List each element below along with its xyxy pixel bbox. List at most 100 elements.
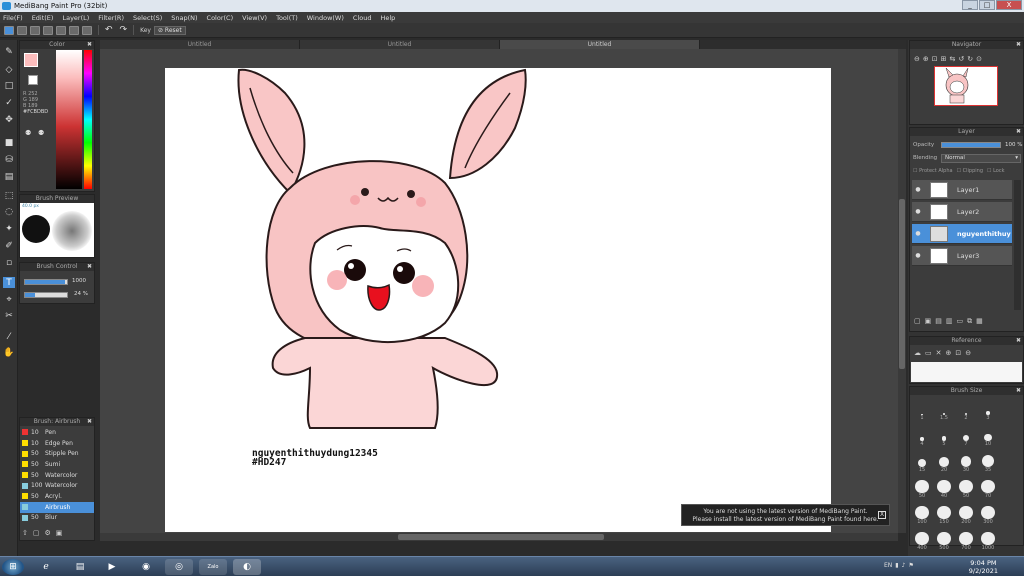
brush-size-option[interactable]: 35 (980, 449, 996, 473)
layer-opacity-slider[interactable] (941, 142, 1001, 148)
close-icon[interactable]: ✖ (87, 41, 92, 49)
language-indicator[interactable]: EN (884, 562, 892, 569)
new-halftone-layer-icon[interactable]: ▤ (935, 317, 942, 326)
select-eraser-tool-icon[interactable]: ▫ (3, 257, 15, 268)
brush-size-option[interactable]: 40 (936, 475, 952, 499)
brush-item[interactable]: 100 Watercolor (20, 480, 94, 491)
palette-icon[interactable]: ⚉ (38, 129, 44, 137)
duplicate-layer-icon[interactable]: ▣ (925, 317, 932, 326)
flip-icon[interactable]: ⇆ (950, 55, 956, 63)
volume-icon[interactable]: ♪ (902, 562, 906, 569)
file-explorer-icon[interactable]: ▤ (66, 559, 94, 575)
maximize-button[interactable]: □ (979, 0, 995, 10)
minimize-button[interactable]: _ (962, 0, 978, 10)
brush-settings-icon[interactable]: ⚙ (45, 529, 51, 537)
brush-size-option[interactable]: 700 (958, 527, 974, 551)
brush-size-option[interactable]: 2 (958, 397, 974, 421)
tab-untitled-1[interactable]: Untitled (100, 40, 300, 49)
flag-icon[interactable]: ⚑ (908, 562, 913, 569)
zoom-in-icon[interactable]: ⊕ (923, 55, 929, 63)
navigator-thumbnail[interactable] (934, 66, 998, 106)
bucket-tool-icon[interactable]: ⛁ (3, 154, 15, 165)
menu-filter[interactable]: Filter(R) (98, 14, 124, 22)
eye-icon[interactable]: ● (914, 208, 922, 215)
layer-row-nguyenthithuy[interactable]: ● nguyenthithuy (912, 224, 1012, 244)
color-mode-icon[interactable]: ⚉ (25, 129, 31, 137)
text-tool-icon[interactable]: T (3, 277, 15, 288)
clock[interactable]: 9:04 PM 9/2/2021 (969, 559, 998, 575)
app-icon[interactable]: ◐ (233, 559, 261, 575)
move-tool-icon[interactable]: ✥ (3, 114, 15, 125)
tab-untitled-2[interactable]: Untitled (300, 40, 500, 49)
eye-icon[interactable]: ● (914, 186, 922, 193)
new-layer-icon[interactable]: ▢ (914, 317, 921, 326)
close-icon[interactable]: ✖ (1016, 128, 1021, 136)
brush-item[interactable]: 50 Watercolor (20, 470, 94, 481)
brush-size-option[interactable]: 150 (936, 501, 952, 525)
select-tool-icon[interactable]: ✓ (3, 97, 15, 108)
folder-icon[interactable]: ▢ (33, 529, 40, 537)
network-icon[interactable]: ▮ (895, 562, 898, 569)
menu-view[interactable]: View(V) (242, 14, 267, 22)
brush-size-option[interactable]: 5 (936, 423, 952, 447)
menu-file[interactable]: File(F) (3, 14, 23, 22)
medibang-taskbar-icon[interactable]: ◉ (132, 559, 160, 575)
reference-fit-icon[interactable]: ⊡ (955, 349, 961, 357)
brush-size-option[interactable]: 300 (980, 501, 996, 525)
layer-row-layer3[interactable]: ● Layer3 (912, 246, 1012, 266)
lasso-tool-icon[interactable]: ◌ (3, 206, 15, 217)
tab-untitled-3[interactable]: Untitled (500, 40, 700, 49)
ie-icon[interactable]: ℯ (32, 559, 60, 575)
layer-folder-icon[interactable]: ▭ (957, 317, 964, 326)
reference-zoom-in-icon[interactable]: ⊕ (946, 349, 952, 357)
brush-size-option[interactable]: 3 (980, 397, 996, 421)
brush-item[interactable]: 50 Blur (20, 513, 94, 524)
fill-rect-tool-icon[interactable]: ■ (3, 137, 15, 148)
brush-size-option[interactable]: 100 (914, 501, 930, 525)
rotate-right-icon[interactable]: ↻ (967, 55, 973, 63)
rotate-left-icon[interactable]: ↺ (958, 55, 964, 63)
eye-icon[interactable]: ● (914, 230, 922, 237)
undo-icon[interactable]: ↶ (105, 25, 113, 35)
grid-icon[interactable] (56, 25, 66, 35)
brush-size-option[interactable]: 200 (958, 501, 974, 525)
cloud-icon[interactable] (4, 25, 14, 35)
layer-scrollbar[interactable] (1014, 180, 1021, 310)
brush-size-option[interactable]: 50 (958, 475, 974, 499)
close-icon[interactable]: ✖ (1016, 387, 1021, 395)
update-notice[interactable]: You are not using the latest version of … (681, 504, 890, 526)
divide-tool-icon[interactable]: ✂ (3, 310, 15, 321)
brush-item-selected[interactable]: Airbrush (20, 501, 94, 513)
brush-size-option[interactable]: 20 (936, 449, 952, 473)
operation-tool-icon[interactable]: ⌖ (3, 294, 15, 305)
menu-help[interactable]: Help (380, 14, 395, 22)
panel-icon[interactable] (69, 25, 79, 35)
brush-item[interactable]: 50 Stipple Pen (20, 448, 94, 459)
menu-edit[interactable]: Edit(E) (32, 14, 54, 22)
brush-size-option[interactable]: 30 (958, 449, 974, 473)
close-icon[interactable]: ✖ (1016, 337, 1021, 345)
brush-size-option[interactable]: 10 (980, 423, 996, 447)
brush-opacity-slider[interactable] (24, 292, 68, 298)
protect-alpha-checkbox[interactable]: ☐ Protect Alpha (913, 168, 953, 174)
layer-menu-icon[interactable]: ▥ (946, 317, 953, 326)
speech-bubble-icon[interactable] (30, 25, 40, 35)
media-player-icon[interactable]: ▶ (98, 559, 126, 575)
redo-icon[interactable]: ↷ (120, 25, 128, 35)
add-brush-icon[interactable]: ⇧ (22, 529, 28, 537)
menu-select[interactable]: Select(S) (133, 14, 162, 22)
lock-checkbox[interactable]: ☐ Lock (987, 168, 1004, 174)
brush-size-option[interactable]: 4 (914, 423, 930, 447)
blending-select[interactable]: Normal ▾ (941, 154, 1021, 163)
brush-item[interactable]: 50 Sumi (20, 459, 94, 470)
merge-layer-icon[interactable]: ⧉ (967, 317, 972, 326)
frame-icon[interactable] (43, 25, 53, 35)
clipping-checkbox[interactable]: ☐ Clipping (957, 168, 983, 174)
horizontal-scrollbar[interactable] (100, 533, 898, 541)
menu-color[interactable]: Color(C) (207, 14, 234, 22)
marquee-tool-icon[interactable]: ⬚ (3, 190, 15, 201)
magic-wand-tool-icon[interactable]: ✦ (3, 223, 15, 234)
brush-size-option[interactable]: 7 (958, 423, 974, 447)
layer-row-layer1[interactable]: ● Layer1 (912, 180, 1012, 200)
vertical-scroll-thumb[interactable] (899, 199, 905, 369)
